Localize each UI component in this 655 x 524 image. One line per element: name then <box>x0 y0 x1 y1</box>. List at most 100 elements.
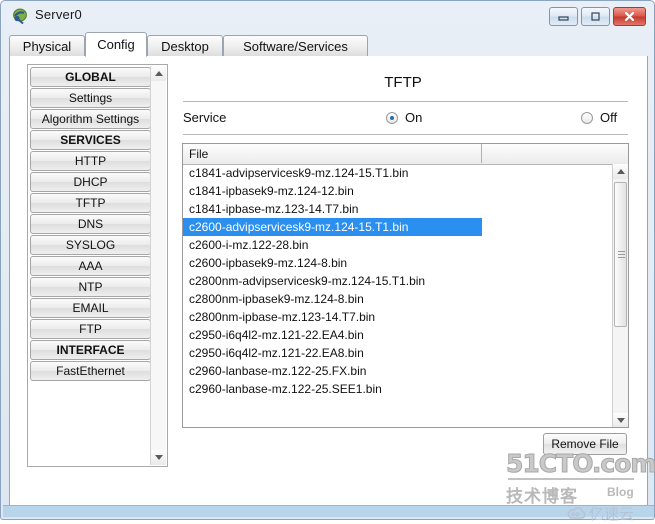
sidebar-item-label: TFTP <box>75 196 106 210</box>
divider-top <box>183 101 628 102</box>
tab-config[interactable]: Config <box>85 32 147 57</box>
sidebar-scrollbar[interactable] <box>150 66 166 465</box>
grip-line-icon <box>618 251 625 252</box>
radio-on-icon <box>386 111 398 124</box>
close-icon <box>614 8 645 25</box>
divider-bottom <box>183 134 628 135</box>
tab-strip: Physical Config Desktop Software/Service… <box>9 32 648 57</box>
table-row[interactable]: c2800nm-ipbasek9-mz.124-8.bin <box>183 290 613 308</box>
window-titlebar: Server0 <box>2 2 655 30</box>
file-name: c2800nm-ipbase-mz.123-14.T7.bin <box>189 310 376 324</box>
file-list-scroll-up-button[interactable] <box>613 164 628 179</box>
config-panel: GLOBAL Settings Algorithm Settings SERVICES… <box>9 56 648 506</box>
table-row[interactable]: c2800nm-advipservicesk9-mz.124-15.T1.bin <box>183 272 613 290</box>
sidebar-item-label: FTP <box>79 322 102 336</box>
service-on-radio[interactable]: On <box>386 110 422 125</box>
tab-software-services-label: Software/Services <box>243 39 348 54</box>
server-config-window: Server0 Physical Config Desktop Software… <box>0 0 655 523</box>
minimize-icon <box>550 8 577 25</box>
sidebar-item-settings[interactable]: Settings <box>30 88 151 108</box>
sidebar-item-label: FastEthernet <box>56 364 125 378</box>
tab-software-services[interactable]: Software/Services <box>223 35 368 57</box>
file-name: c2950-i6q4l2-mz.121-22.EA8.bin <box>189 346 364 360</box>
sidebar-item-algorithm-settings[interactable]: Algorithm Settings <box>30 109 151 129</box>
config-sidebar: GLOBAL Settings Algorithm Settings SERVICES… <box>27 64 168 467</box>
file-name: c2800nm-advipservicesk9-mz.124-15.T1.bin <box>189 274 426 288</box>
table-row[interactable]: c2600-i-mz.122-28.bin <box>183 236 613 254</box>
sidebar-item-label: HTTP <box>74 154 107 168</box>
sidebar-item-label: GLOBAL <box>65 70 116 84</box>
table-row[interactable]: c2600-ipbasek9-mz.124-8.bin <box>183 254 613 272</box>
page-title: TFTP <box>384 74 422 91</box>
file-name: c2600-advipservicesk9-mz.124-15.T1.bin <box>189 220 409 234</box>
close-button[interactable] <box>613 7 646 26</box>
sidebar-item-interface[interactable]: INTERFACE <box>30 340 151 360</box>
table-row[interactable]: c2800nm-ipbase-mz.123-14.T7.bin <box>183 308 613 326</box>
file-name: c2960-lanbase-mz.122-25.FX.bin <box>189 364 367 378</box>
table-row[interactable]: c1841-advipservicesk9-mz.124-15.T1.bin <box>183 164 613 182</box>
service-label: Service <box>183 110 227 125</box>
sidebar-item-global[interactable]: GLOBAL <box>30 67 151 87</box>
column-header-file[interactable]: File <box>183 144 482 163</box>
sidebar-item-syslog[interactable]: SYSLOG <box>30 235 151 255</box>
sidebar-item-label: DNS <box>77 217 104 231</box>
sidebar-item-dns[interactable]: DNS <box>30 214 151 234</box>
table-row[interactable]: c2950-i6q4l2-mz.121-22.EA4.bin <box>183 326 613 344</box>
sidebar-item-ntp[interactable]: NTP <box>30 277 151 297</box>
radio-off-icon <box>581 111 593 124</box>
maximize-button[interactable] <box>581 7 610 26</box>
file-name: c2800nm-ipbasek9-mz.124-8.bin <box>189 292 364 306</box>
remove-file-label: Remove File <box>551 437 619 451</box>
sidebar-item-ftp[interactable]: FTP <box>30 319 151 339</box>
sidebar-item-label: EMAIL <box>72 301 109 315</box>
device-server-icon <box>12 8 29 25</box>
service-off-label: Off <box>600 110 618 125</box>
table-row[interactable]: c1841-ipbase-mz.123-14.T7.bin <box>183 200 613 218</box>
table-row[interactable]: c2960-lanbase-mz.122-25.SEE1.bin <box>183 380 613 398</box>
file-name: c2600-ipbasek9-mz.124-8.bin <box>189 256 348 270</box>
sidebar-item-email[interactable]: EMAIL <box>30 298 151 318</box>
sidebar-item-label: AAA <box>78 259 103 273</box>
file-name: c2960-lanbase-mz.122-25.SEE1.bin <box>189 382 382 396</box>
sidebar-scroll-up-button[interactable] <box>151 66 166 81</box>
sidebar-item-http[interactable]: HTTP <box>30 151 151 171</box>
sidebar-item-services[interactable]: SERVICES <box>30 130 151 150</box>
bottom-status-strip <box>3 505 654 517</box>
sidebar-item-label: SYSLOG <box>65 238 116 252</box>
tftp-service-content: TFTP Service On Off File c1841-advipserv… <box>178 56 648 506</box>
chevron-down-icon <box>154 455 163 460</box>
chevron-down-icon <box>616 418 625 423</box>
tab-desktop[interactable]: Desktop <box>147 35 223 57</box>
sidebar-item-label: SERVICES <box>60 133 121 147</box>
minimize-button[interactable] <box>549 7 578 26</box>
service-on-label: On <box>405 110 423 125</box>
table-row[interactable]: c2600-advipservicesk9-mz.124-15.T1.bin <box>183 218 482 236</box>
sidebar-item-label: NTP <box>78 280 103 294</box>
file-name: c2600-i-mz.122-28.bin <box>189 238 309 252</box>
tab-physical[interactable]: Physical <box>9 35 85 57</box>
sidebar-item-aaa[interactable]: AAA <box>30 256 151 276</box>
service-off-radio[interactable]: Off <box>581 110 617 125</box>
sidebar-item-fastethernet[interactable]: FastEthernet <box>30 361 151 381</box>
file-name: c1841-advipservicesk9-mz.124-15.T1.bin <box>189 166 409 180</box>
sidebar-item-label: Settings <box>68 91 113 105</box>
chevron-up-icon <box>616 169 625 174</box>
remove-file-button[interactable]: Remove File <box>543 433 627 455</box>
sidebar-item-dhcp[interactable]: DHCP <box>30 172 151 192</box>
sidebar-item-label: INTERFACE <box>56 343 125 357</box>
file-row-list[interactable]: c1841-advipservicesk9-mz.124-15.T1.bin c1… <box>183 164 613 427</box>
file-list-scrollbar[interactable] <box>612 164 628 427</box>
maximize-icon <box>582 8 609 25</box>
grip-line-icon <box>618 254 625 255</box>
sidebar-item-list: GLOBAL Settings Algorithm Settings SERVICES… <box>30 67 151 382</box>
file-list-scroll-down-button[interactable] <box>613 413 628 427</box>
table-row[interactable]: c1841-ipbasek9-mz.124-12.bin <box>183 182 613 200</box>
table-row[interactable]: c2950-i6q4l2-mz.121-22.EA8.bin <box>183 344 613 362</box>
sidebar-scroll-down-button[interactable] <box>151 450 166 465</box>
file-table: File c1841-advipservicesk9-mz.124-15.T1.… <box>182 143 629 428</box>
file-list-scroll-thumb[interactable] <box>614 182 627 327</box>
sidebar-item-tftp[interactable]: TFTP <box>30 193 151 213</box>
table-row[interactable]: c2960-lanbase-mz.122-25.FX.bin <box>183 362 613 380</box>
tab-physical-label: Physical <box>22 39 72 54</box>
file-name: c1841-ipbase-mz.123-14.T7.bin <box>189 202 359 216</box>
